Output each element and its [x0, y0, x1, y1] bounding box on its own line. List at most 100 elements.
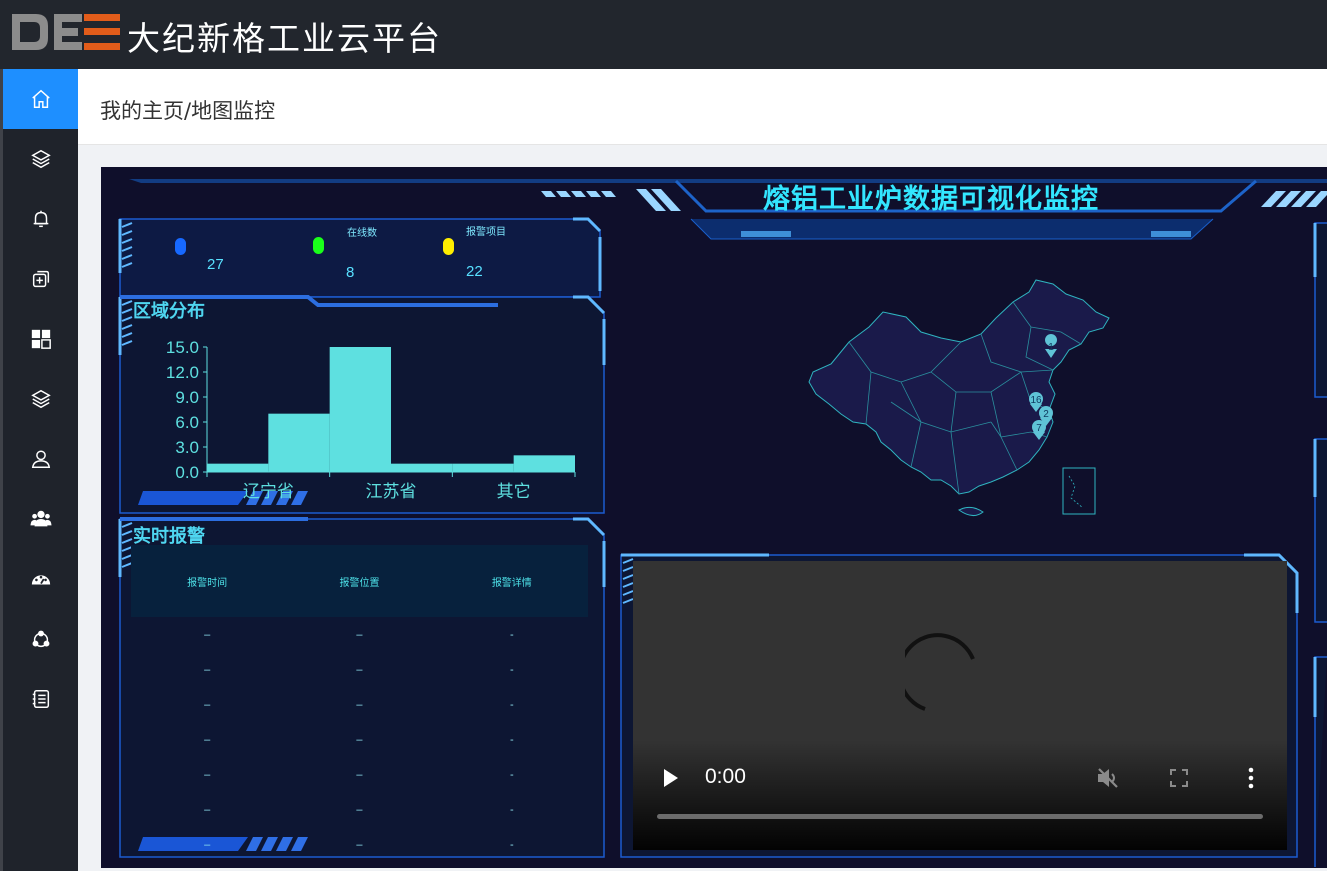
- dashboard-title: 熔铝工业炉数据可视化监控: [763, 184, 1099, 215]
- breadcrumb-bar: 我的主页/地图监控: [78, 69, 1327, 145]
- y-tick-label: 6.0: [175, 413, 199, 432]
- sidebar-item-dashboard[interactable]: [3, 309, 78, 369]
- china-map: 1 16 2 7: [808, 279, 1110, 516]
- y-tick-label: 0.0: [175, 463, 199, 482]
- team-icon: [29, 510, 52, 527]
- y-tick-label: 9.0: [175, 388, 199, 407]
- region-panel-title: 区域分布: [133, 301, 205, 322]
- mute-icon[interactable]: [1095, 766, 1121, 790]
- alarm-cell: –: [356, 838, 363, 851]
- loading-spinner-icon: [905, 633, 975, 711]
- sidebar-item-home[interactable]: [3, 69, 78, 129]
- monitor-dashboard: 熔铝工业炉数据可视化监控 27 在线数 8 报警项目 22 区域分布 0.0 3.…: [101, 167, 1327, 868]
- stat-online-value: 8: [346, 264, 355, 281]
- alarm-row: – – -: [131, 722, 588, 757]
- company-logo: [12, 14, 120, 50]
- video-progress-bar[interactable]: [657, 814, 1263, 819]
- alarm-cell: -: [509, 698, 514, 711]
- video-controls-gradient: [633, 740, 1287, 850]
- app-title: 大纪新格工业云平台: [127, 19, 442, 58]
- alarm-cell: –: [204, 768, 211, 781]
- grid-icon: [31, 329, 51, 349]
- sidebar-item-workflow[interactable]: [3, 609, 78, 669]
- bar[interactable]: [513, 455, 575, 472]
- sidebar-item-monitor[interactable]: [3, 549, 78, 609]
- alarm-header-location: 报警位置: [339, 577, 380, 589]
- sidebar: [0, 69, 78, 871]
- alarm-cell: -: [509, 768, 514, 781]
- more-options-icon[interactable]: [1245, 765, 1257, 791]
- bar[interactable]: [391, 463, 453, 472]
- alarm-cell: –: [204, 803, 211, 816]
- map-marker-label: 16: [1030, 395, 1042, 406]
- sidebar-item-team[interactable]: [3, 489, 78, 549]
- x-tick-label: 江苏省: [366, 482, 417, 502]
- stat-alarm-value: 22: [466, 263, 483, 280]
- breadcrumb: 我的主页/地图监控: [100, 99, 276, 123]
- stat-online-indicator: [313, 237, 324, 254]
- list-icon: [32, 690, 49, 708]
- y-tick-label: 15.0: [166, 338, 199, 357]
- alarm-cell: –: [204, 628, 211, 641]
- x-tick-label: 辽宁省: [243, 482, 294, 502]
- sidebar-item-alarms[interactable]: [3, 189, 78, 249]
- alarm-cell: –: [356, 663, 363, 676]
- stat-online-label: 在线数: [347, 228, 377, 239]
- alarm-table-header: 报警时间 报警位置 报警详情: [131, 545, 588, 617]
- alarm-row: – – -: [131, 652, 588, 687]
- stat-total-value: 27: [207, 256, 224, 273]
- alarm-cell: -: [509, 628, 514, 641]
- region-bar-chart: 0.0 3.0 6.0 9.0 12.0 15.0 辽宁省 江苏省 其它: [166, 338, 576, 502]
- top-bar: 大纪新格工业云平台: [0, 0, 1327, 69]
- user-icon: [31, 450, 50, 468]
- bar[interactable]: [452, 463, 514, 472]
- sidebar-item-devices[interactable]: [3, 249, 78, 309]
- map-marker-label: 1: [1048, 342, 1054, 353]
- y-tick-label: 12.0: [166, 363, 199, 382]
- alarm-row: – – -: [131, 827, 588, 862]
- home-icon: [31, 89, 50, 108]
- alarm-cell: –: [356, 628, 363, 641]
- alarm-header-time: 报警时间: [187, 577, 228, 589]
- sidebar-item-layers[interactable]: [3, 129, 78, 189]
- cycle-icon: [32, 630, 49, 648]
- map-marker-label: 7: [1036, 423, 1042, 434]
- fullscreen-icon[interactable]: [1169, 768, 1189, 788]
- alarm-rows: – – - – – - – – - – – - – – - – – - – – -: [131, 617, 588, 862]
- alarm-cell: –: [204, 838, 211, 851]
- alarm-cell: -: [509, 733, 514, 746]
- alarm-cell: –: [204, 698, 211, 711]
- play-icon[interactable]: [661, 767, 681, 789]
- y-tick-label: 3.0: [175, 438, 199, 457]
- alarm-cell: –: [204, 663, 211, 676]
- sidebar-item-user[interactable]: [3, 429, 78, 489]
- alarm-cell: –: [204, 733, 211, 746]
- sidebar-item-layers-2[interactable]: [3, 369, 78, 429]
- bar[interactable]: [329, 347, 391, 472]
- alarm-cell: –: [356, 803, 363, 816]
- alarm-row: – – -: [131, 757, 588, 792]
- bar[interactable]: [268, 413, 330, 472]
- alarm-table: 报警时间 报警位置 报警详情 – – - – – - – – - – – - – – - – – - – – -: [131, 545, 588, 862]
- gauge-icon: [31, 575, 50, 585]
- alarm-row: – – -: [131, 687, 588, 722]
- right-panels-edge: [1313, 222, 1327, 867]
- sidebar-item-records[interactable]: [3, 669, 78, 729]
- alarm-row: – – -: [131, 792, 588, 827]
- alarm-header-detail: 报警详情: [491, 577, 532, 589]
- bar[interactable]: [207, 463, 269, 472]
- video-player[interactable]: 0:00: [633, 561, 1287, 850]
- bell-icon: [33, 210, 48, 228]
- layers-icon: [30, 389, 51, 409]
- layers-icon: [30, 149, 51, 169]
- alarm-cell: -: [509, 663, 514, 676]
- add-copy-icon: [32, 270, 49, 288]
- alarm-cell: -: [509, 803, 514, 816]
- map-marker-label: 2: [1043, 409, 1049, 420]
- video-time: 0:00: [705, 765, 746, 788]
- alarm-cell: -: [509, 838, 514, 851]
- x-tick-label: 其它: [497, 482, 531, 502]
- stat-total-indicator: [175, 238, 186, 255]
- alarm-cell: –: [356, 698, 363, 711]
- alarm-cell: –: [356, 733, 363, 746]
